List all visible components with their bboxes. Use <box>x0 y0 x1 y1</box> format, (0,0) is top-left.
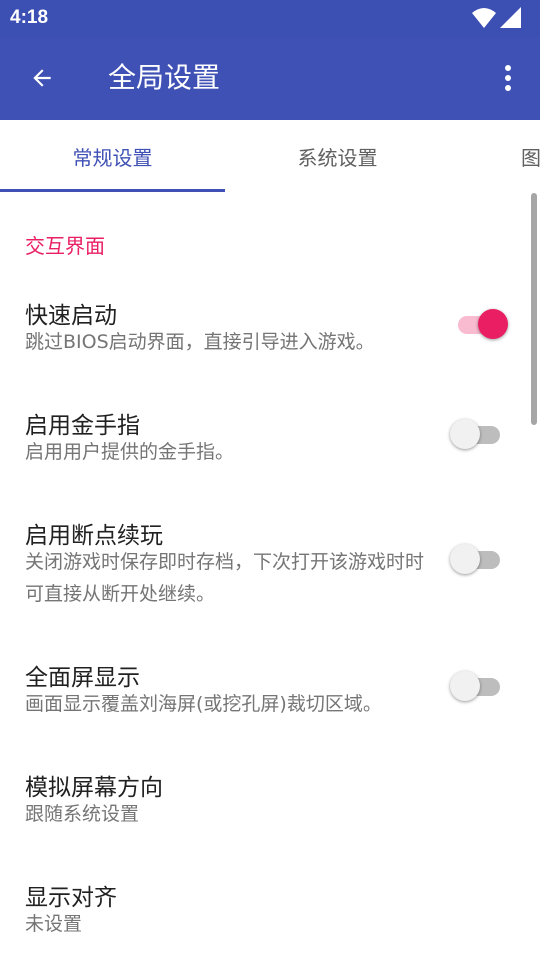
app-toolbar: 全局设置 <box>0 38 540 120</box>
tab-label: 系统设置 <box>297 145 378 170</box>
signal-icon <box>500 7 521 28</box>
fast-boot-switch[interactable] <box>450 307 508 341</box>
pref-title: 全面屏显示 <box>25 665 140 691</box>
scrollbar[interactable] <box>531 193 537 425</box>
pref-screen-orientation[interactable]: 模拟屏幕方向 跟随系统设置 <box>0 754 540 844</box>
fullscreen-switch[interactable] <box>450 669 506 703</box>
tab-label: 常规设置 <box>72 145 153 170</box>
more-options-button[interactable] <box>490 56 526 100</box>
arrow-back-icon <box>33 69 51 87</box>
switch-thumb <box>478 309 508 339</box>
pref-summary: 启用用户提供的金手指。 <box>25 441 235 463</box>
status-bar: 4:18 <box>0 0 540 38</box>
status-time: 4:18 <box>10 7 49 28</box>
switch-thumb <box>450 544 480 574</box>
tab-partial[interactable]: 图 <box>450 120 540 192</box>
tab-system-settings[interactable]: 系统设置 <box>225 120 450 192</box>
pref-summary: 跳过BIOS启动界面，直接引导进入游戏。 <box>25 331 375 353</box>
pref-summary: 跟随系统设置 <box>25 803 140 825</box>
tab-bar: 常规设置 系统设置 图 <box>0 120 540 192</box>
more-vert-icon <box>505 65 511 91</box>
cheats-switch[interactable] <box>450 417 506 451</box>
pref-summary: 画面显示覆盖刘海屏(或挖孔屏)裁切区域。 <box>25 693 382 715</box>
switch-thumb <box>450 671 480 701</box>
pref-fast-boot[interactable]: 快速启动 跳过BIOS启动界面，直接引导进入游戏。 <box>0 282 540 372</box>
pref-title: 模拟屏幕方向 <box>25 775 163 801</box>
tab-general-settings[interactable]: 常规设置 <box>0 120 225 192</box>
wifi-icon <box>472 8 496 28</box>
page-title: 全局设置 <box>108 61 221 94</box>
status-icons <box>472 7 522 29</box>
pref-title: 启用金手指 <box>25 413 140 439</box>
pref-summary: 未设置 <box>25 913 83 935</box>
pref-resume[interactable]: 启用断点续玩 关闭游戏时保存即时存档，下次打开该游戏时时可直接从断开处继续。 <box>0 502 540 622</box>
section-header: 交互界面 <box>25 234 105 258</box>
pref-title: 显示对齐 <box>25 885 117 911</box>
settings-list: 交互界面 快速启动 跳过BIOS启动界面，直接引导进入游戏。 启用金手指 启用用… <box>0 192 540 960</box>
pref-title: 启用断点续玩 <box>25 523 163 549</box>
pref-cheats[interactable]: 启用金手指 启用用户提供的金手指。 <box>0 392 540 482</box>
switch-thumb <box>450 419 480 449</box>
pref-display-alignment[interactable]: 显示对齐 未设置 <box>0 864 540 954</box>
pref-summary: 关闭游戏时保存即时存档，下次打开该游戏时时可直接从断开处继续。 <box>25 551 425 605</box>
resume-switch[interactable] <box>450 542 506 576</box>
tab-label: 图 <box>521 145 540 170</box>
pref-title: 快速启动 <box>25 303 117 329</box>
pref-fullscreen[interactable]: 全面屏显示 画面显示覆盖刘海屏(或挖孔屏)裁切区域。 <box>0 644 540 734</box>
back-button[interactable] <box>20 56 64 100</box>
